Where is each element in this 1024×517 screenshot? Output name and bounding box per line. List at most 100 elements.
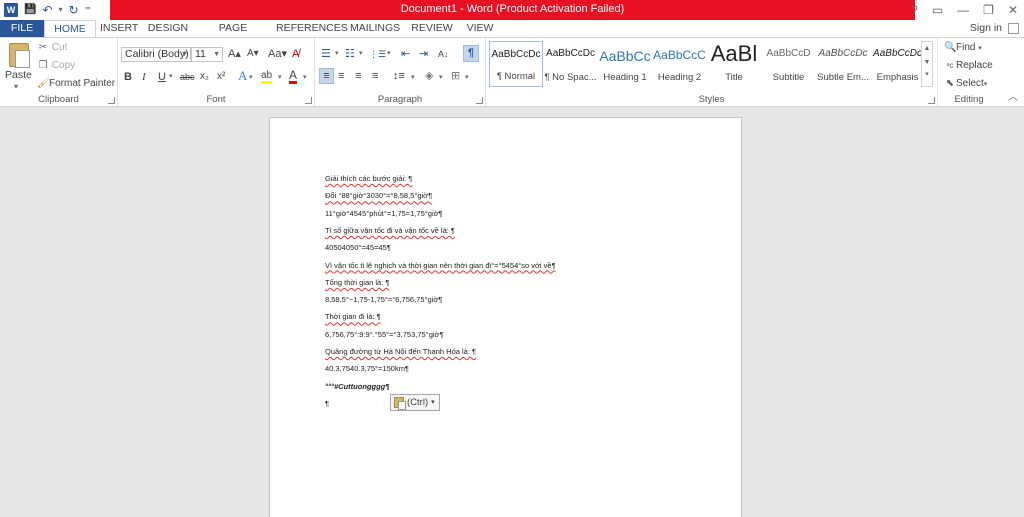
tab-references[interactable]: REFERENCES [276, 20, 348, 37]
styles-launcher-icon[interactable] [928, 97, 935, 104]
replace-button[interactable]: ᵃc Replace [944, 59, 993, 73]
chevron-down-icon[interactable]: ▾ [249, 71, 253, 85]
sign-in-link[interactable]: Sign in [970, 20, 1002, 37]
chevron-down-icon[interactable]: ▾ [359, 47, 363, 61]
document-paragraph[interactable]: Thời gian đi là: ¶ [325, 312, 381, 321]
italic-button[interactable]: I [142, 70, 146, 84]
chevron-down-icon[interactable]: ▾ [278, 71, 282, 85]
ribbon-display-icon[interactable]: ▭ [932, 3, 943, 17]
document-paragraph[interactable]: Tổng thời gian là: ¶ [325, 278, 389, 287]
strikethrough-button[interactable]: abc [180, 70, 195, 84]
superscript-button[interactable]: x² [217, 70, 225, 84]
decrease-indent-icon[interactable]: ⇤ [401, 47, 410, 61]
shrink-font-icon[interactable]: A▾ [247, 47, 259, 61]
style-title[interactable]: AaBl Title [707, 41, 761, 87]
justify-button[interactable]: ≡ [372, 69, 378, 83]
chevron-down-icon[interactable]: ▾ [439, 71, 443, 85]
paragraph-launcher-icon[interactable] [476, 97, 483, 104]
align-center-button[interactable]: ≡ [338, 69, 344, 83]
shading-icon[interactable]: ◈ [425, 69, 433, 83]
tab-review[interactable]: REVIEW [410, 20, 454, 37]
sort-icon[interactable]: A↓ [438, 47, 449, 61]
subscript-button[interactable]: x₂ [200, 70, 209, 84]
chevron-down-icon[interactable]: ▾ [303, 71, 307, 85]
bullets-icon[interactable]: ☰ [321, 47, 331, 61]
style-emphasis[interactable]: AaBbCcDc Emphasis [871, 41, 925, 87]
document-paragraph[interactable]: ¶ [325, 399, 329, 408]
highlight-icon[interactable]: ab [261, 70, 273, 84]
font-size-select[interactable]: 11 ▼ [191, 47, 223, 62]
document-paragraph[interactable]: Tỉ số giữa vận tốc đi và vận tốc về là: … [325, 226, 455, 235]
tab-view[interactable]: VIEW [464, 20, 496, 37]
document-area[interactable]: (Ctrl) ▾ Giải thích các bước giải: ¶ Đổi … [0, 108, 1024, 517]
bold-button[interactable]: B [124, 70, 132, 84]
tab-insert[interactable]: INSERT [100, 20, 138, 37]
style-normal[interactable]: AaBbCcDc ¶ Normal [489, 41, 543, 87]
numbering-icon[interactable]: ☷ [345, 47, 355, 61]
minimize-icon[interactable]: — [957, 3, 969, 17]
font-family-select[interactable]: Calibri (Body) ▼ [121, 47, 191, 62]
chevron-up-icon[interactable]: ▲ [922, 42, 932, 56]
help-icon[interactable]: ? [911, 3, 918, 17]
tab-file[interactable]: FILE [0, 20, 44, 37]
document-paragraph[interactable]: °°°#Cuttuongggg¶ [325, 382, 389, 391]
align-right-button[interactable]: ≡ [355, 69, 361, 83]
chevron-down-icon[interactable]: ▾ [335, 47, 339, 61]
borders-icon[interactable]: ⊞ [451, 69, 460, 83]
font-launcher-icon[interactable] [305, 97, 312, 104]
close-icon[interactable]: ✕ [1008, 3, 1018, 17]
format-painter-button[interactable]: 🖌Format Painter [37, 77, 115, 91]
document-paragraph[interactable]: 11°giờ°4545°phút°=1,75=1,75°giờ¶ [325, 209, 443, 218]
document-paragraph[interactable]: Đổi °88°giờ°3030°=°8,58,5°giờ¶ [325, 191, 432, 200]
customize-qat-icon[interactable]: ⁼ [85, 2, 91, 18]
find-button[interactable]: 🔍Find ▾ [944, 41, 982, 56]
styles-gallery-scroll[interactable]: ▲ ▼ ▾ [921, 41, 933, 87]
clear-formatting-icon[interactable]: A̸ [292, 47, 299, 61]
underline-button[interactable]: U [158, 70, 166, 84]
font-color-icon[interactable]: A [289, 69, 298, 84]
style-no-spac[interactable]: AaBbCcDc ¶ No Spac... [544, 41, 598, 87]
multilevel-list-icon[interactable]: ⋮☰ [369, 47, 386, 61]
collapse-ribbon-icon[interactable]: ︿ [1008, 88, 1018, 103]
document-paragraph[interactable]: 40.3,7540.3,75°=150km¶ [325, 364, 409, 373]
undo-dropdown-icon[interactable]: ▾ [59, 2, 63, 18]
chevron-down-icon[interactable]: ▾ [387, 47, 391, 61]
word-logo-icon[interactable]: W [4, 3, 18, 17]
tab-mailings[interactable]: MAILINGS [350, 20, 400, 37]
document-paragraph[interactable]: 8,58,5°−1,75-1,75°=°6,756,75°giờ¶ [325, 295, 442, 304]
save-icon[interactable]: 💾 [24, 2, 36, 18]
paste-icon[interactable] [9, 43, 30, 68]
cut-button[interactable]: ✂ Cut [37, 41, 68, 55]
chevron-down-icon[interactable]: ▾ [411, 71, 415, 85]
align-left-button[interactable]: ≡ [319, 68, 334, 84]
paste-options-button[interactable]: (Ctrl) ▾ [390, 394, 440, 411]
style-subtle-em[interactable]: AaBbCcDc Subtle Em... [816, 41, 870, 87]
chevron-down-icon[interactable]: ▼ [922, 56, 932, 70]
grow-font-icon[interactable]: A▴ [228, 47, 241, 61]
style-subtitle[interactable]: AaBbCcD Subtitle [762, 41, 816, 87]
paste-button[interactable]: Paste [5, 69, 32, 81]
tab-design[interactable]: DESIGN [146, 20, 190, 37]
document-paragraph[interactable]: 40504050°=45=45¶ [325, 243, 391, 252]
redo-icon[interactable]: ↻ [69, 2, 79, 18]
show-marks-button[interactable]: ¶ [463, 45, 479, 62]
document-paragraph[interactable]: Vì vận tốc tỉ lệ nghịch và thời gian nên… [325, 261, 556, 270]
style-heading-2[interactable]: AaBbCcC Heading 2 [653, 41, 707, 87]
more-styles-icon[interactable]: ▾ [922, 70, 932, 80]
tab-page-layout[interactable]: PAGE LAYOUT [200, 20, 266, 51]
text-effects-icon[interactable]: A [238, 69, 247, 83]
style-heading-1[interactable]: AaBbCc Heading 1 [598, 41, 652, 87]
document-paragraph[interactable]: Quãng đường từ Hà Nội đến Thanh Hóa là: … [325, 347, 476, 356]
document-page[interactable]: (Ctrl) ▾ Giải thích các bước giải: ¶ Đổi … [269, 117, 742, 517]
select-button[interactable]: ⬉ Select▾ [944, 77, 988, 92]
document-paragraph[interactable]: Giải thích các bước giải: ¶ [325, 174, 412, 183]
clipboard-launcher-icon[interactable] [108, 97, 115, 104]
undo-icon[interactable]: ↶ [42, 2, 52, 18]
change-case-icon[interactable]: Aa▾ [268, 47, 287, 61]
underline-dropdown-icon[interactable]: ▾ [169, 70, 173, 84]
paste-dropdown-icon[interactable]: ▾ [14, 80, 18, 94]
line-spacing-icon[interactable]: ↕≡ [393, 69, 405, 83]
document-paragraph[interactable]: 6,756,75°:9:9°.°55°=°3,753,75°giờ¶ [325, 330, 443, 339]
restore-icon[interactable]: ❐ [983, 3, 994, 17]
account-icon[interactable] [1008, 23, 1019, 34]
